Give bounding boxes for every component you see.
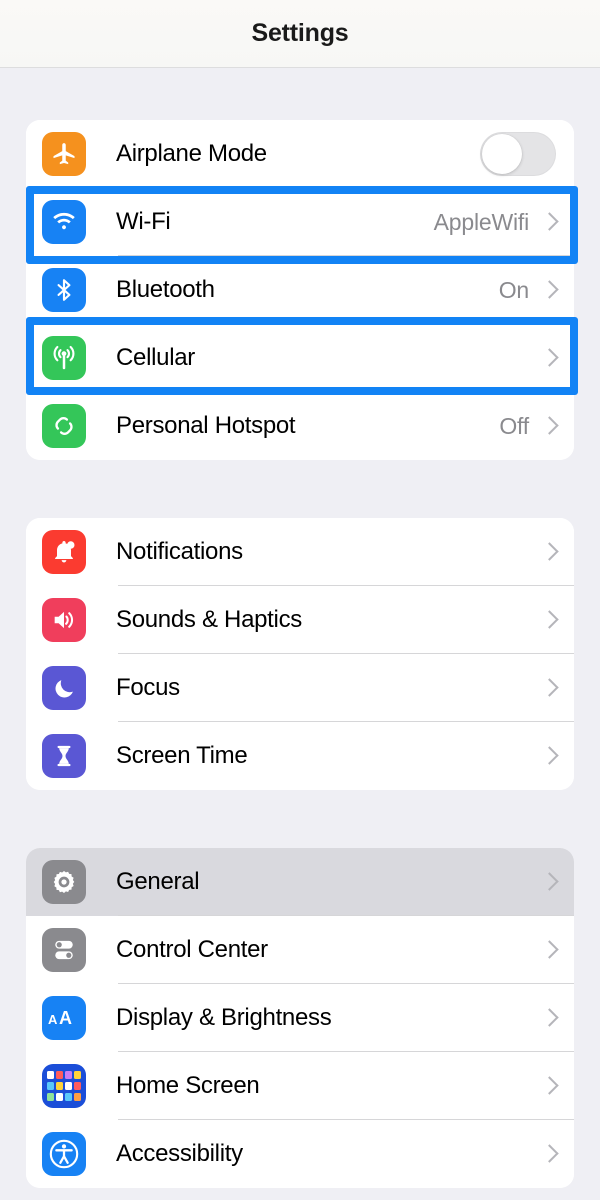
settings-row-label: Focus [116,674,180,701]
settings-row-label: Airplane Mode [116,140,267,167]
cellular-antenna-icon [42,336,86,380]
chevron-right-icon [543,677,556,699]
chevron-right-icon [543,211,556,233]
moon-icon [42,666,86,710]
sliders-icon [42,928,86,972]
settings-row-home-screen[interactable]: Home Screen [26,1052,574,1120]
chevron-right-icon [543,745,556,767]
settings-row-personal-hotspot[interactable]: Personal Hotspot Off [26,392,574,460]
settings-row-label: Personal Hotspot [116,412,296,439]
bluetooth-icon [42,268,86,312]
chevron-right-icon [543,1075,556,1097]
toggle-knob [482,134,522,174]
settings-row-label: Bluetooth [116,276,215,303]
wifi-icon [42,200,86,244]
settings-row-label: Notifications [116,538,243,565]
settings-row-general[interactable]: General [26,848,574,916]
settings-row-label: Display & Brightness [116,1004,332,1031]
settings-row-label: Accessibility [116,1140,243,1167]
speaker-waves-icon [42,598,86,642]
settings-row-focus[interactable]: Focus [26,654,574,722]
settings-row-label: General [116,868,200,895]
chevron-right-icon [543,871,556,893]
settings-row-label: Screen Time [116,742,248,769]
app-grid-dots [47,1071,81,1101]
settings-row-value: On [498,276,529,303]
settings-row-value: Off [499,412,529,439]
settings-row-label: Home Screen [116,1072,260,1099]
svg-text:A: A [48,1012,58,1027]
settings-row-screen-time[interactable]: Screen Time [26,722,574,790]
settings-row-label: Wi-Fi [116,208,171,235]
bell-icon [42,530,86,574]
text-size-icon: A A [42,996,86,1040]
settings-row-sounds-haptics[interactable]: Sounds & Haptics [26,586,574,654]
settings-row-accessibility[interactable]: Accessibility [26,1120,574,1188]
settings-group-alerts: Notifications Sounds & Haptics Focus Scr… [26,518,574,790]
settings-row-value: AppleWifi [433,208,530,235]
chevron-right-icon [543,415,556,437]
chevron-right-icon [543,1143,556,1165]
settings-row-wifi[interactable]: Wi-Fi AppleWifi [26,188,574,256]
app-grid-icon [42,1064,86,1108]
settings-row-label: Sounds & Haptics [116,606,302,633]
chevron-right-icon [543,609,556,631]
chevron-right-icon [543,279,556,301]
chevron-right-icon [543,347,556,369]
settings-row-label: Cellular [116,344,195,371]
settings-row-display-brightness[interactable]: A A Display & Brightness [26,984,574,1052]
svg-text:A: A [59,1008,72,1028]
navigation-bar: Settings [0,0,600,68]
settings-row-label: Control Center [116,936,268,963]
airplane-mode-toggle[interactable] [480,132,556,176]
settings-row-control-center[interactable]: Control Center [26,916,574,984]
chevron-right-icon [543,939,556,961]
gear-icon [42,860,86,904]
chevron-right-icon [543,1007,556,1029]
settings-scroll-area[interactable]: Airplane Mode Wi-Fi AppleWifi Bluetooth … [0,120,600,1200]
airplane-icon [42,132,86,176]
chevron-right-icon [543,541,556,563]
settings-row-cellular[interactable]: Cellular [26,324,574,392]
settings-row-bluetooth[interactable]: Bluetooth On [26,256,574,324]
hotspot-link-icon [42,404,86,448]
settings-group-connectivity: Airplane Mode Wi-Fi AppleWifi Bluetooth … [26,120,574,460]
settings-row-airplane-mode[interactable]: Airplane Mode [26,120,574,188]
settings-row-notifications[interactable]: Notifications [26,518,574,586]
hourglass-icon [42,734,86,778]
settings-group-system: General Control Center A A Display & Bri… [26,848,574,1188]
page-title: Settings [251,19,349,47]
accessibility-person-icon [42,1132,86,1176]
